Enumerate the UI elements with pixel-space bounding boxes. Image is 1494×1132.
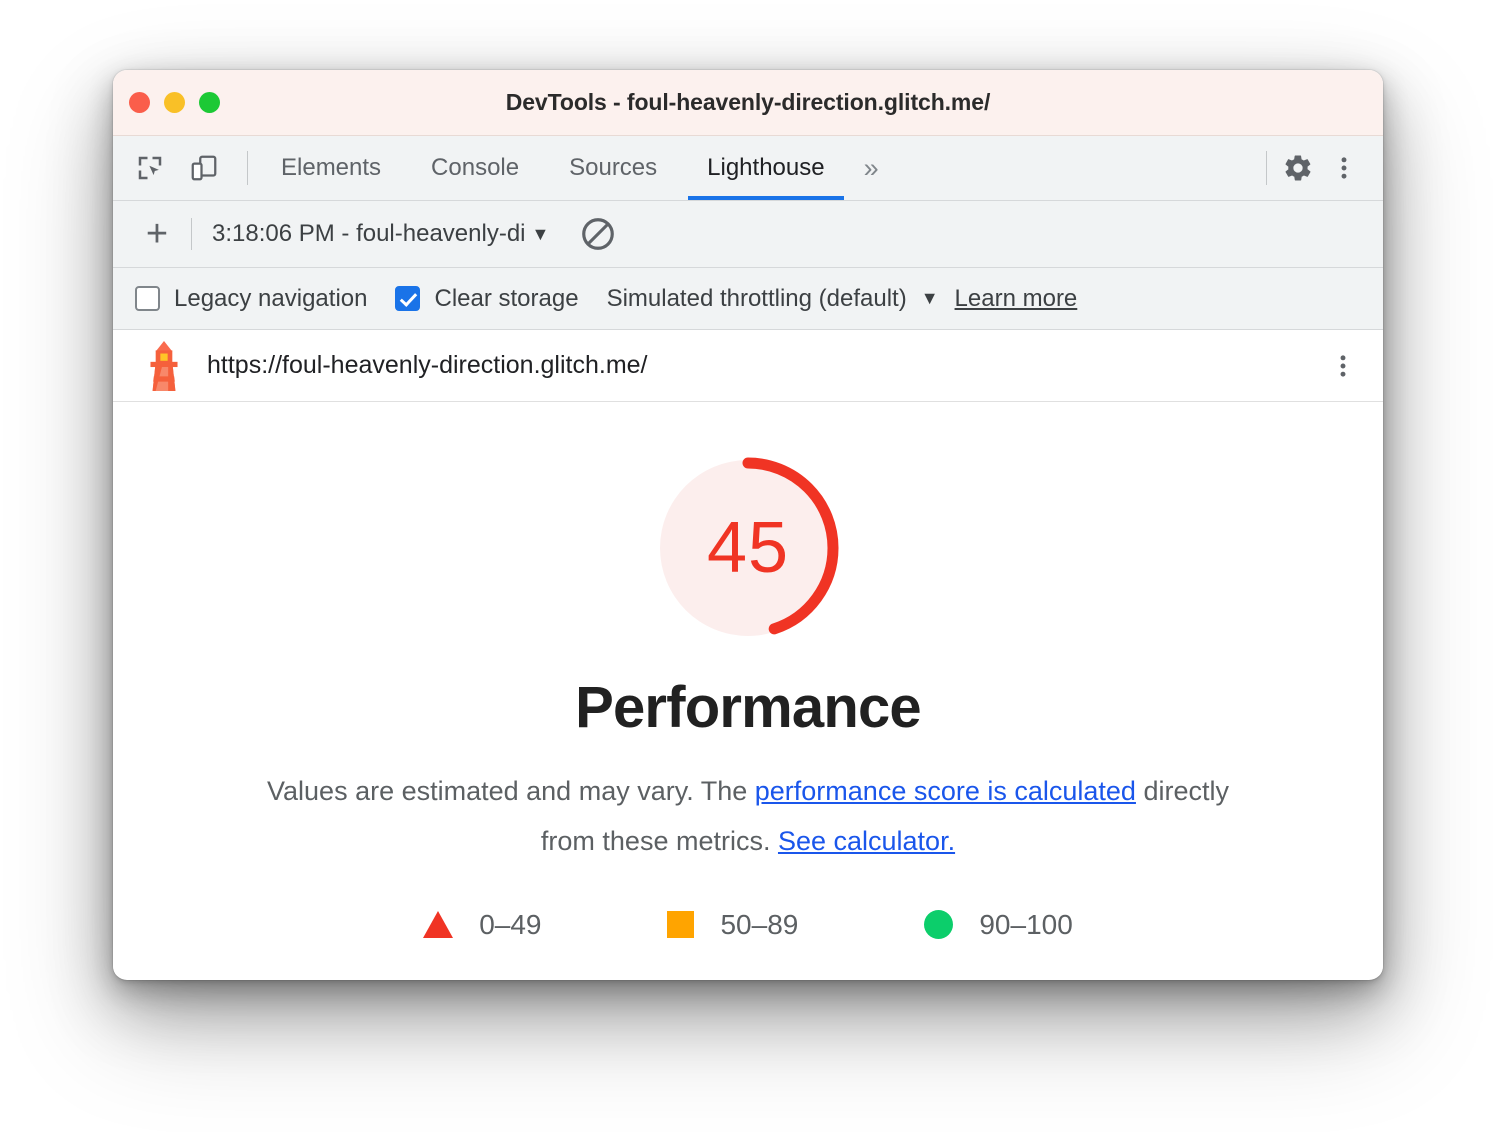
legend-item-fail: 0–49	[423, 909, 541, 941]
throttling-label: Simulated throttling (default)	[606, 284, 907, 312]
tabstrip-left-tools	[127, 136, 239, 200]
report-selector-value: 3:18:06 PM - foul-heavenly-di	[212, 220, 526, 247]
tab-elements[interactable]: Elements	[256, 136, 406, 200]
legacy-navigation-box-icon	[135, 286, 160, 311]
maximize-window-button[interactable]	[199, 92, 220, 113]
report-options-kebab-icon[interactable]	[1329, 352, 1357, 380]
tabstrip-right-tools	[1258, 136, 1383, 200]
score-disclaimer: Values are estimated and may vary. The p…	[243, 767, 1253, 867]
device-toolbar-icon[interactable]	[181, 145, 227, 191]
legend-range-average: 50–89	[720, 908, 799, 940]
clear-all-reports-button[interactable]	[579, 215, 617, 253]
performance-score-calculated-link[interactable]: performance score is calculated	[755, 776, 1136, 806]
more-tabs-chevron-icon[interactable]: »	[850, 136, 893, 200]
category-title: Performance	[575, 675, 922, 740]
new-report-label: +	[145, 213, 169, 255]
tab-elements-label: Elements	[281, 154, 382, 181]
tab-sources-label: Sources	[569, 154, 658, 181]
devtools-tabstrip: Elements Console Sources Lighthouse »	[113, 136, 1383, 201]
see-calculator-link[interactable]: See calculator.	[778, 826, 955, 856]
devtools-window: DevTools - foul-heavenly-direction.glitc…	[113, 70, 1383, 980]
new-report-button[interactable]: +	[135, 215, 179, 253]
clear-storage-checkbox[interactable]: Clear storage	[395, 284, 579, 313]
devtools-more-options-kebab-icon[interactable]	[1321, 145, 1367, 191]
tabstrip-divider	[247, 151, 248, 185]
tab-lighthouse[interactable]: Lighthouse	[682, 136, 849, 200]
inspect-element-glyph	[138, 156, 162, 180]
chevron-down-icon: ▼	[531, 223, 550, 244]
legacy-navigation-label: Legacy navigation	[174, 284, 368, 312]
runbar-divider	[191, 218, 192, 250]
more-tabs-glyph: »	[863, 152, 879, 183]
devtools-tabs: Elements Console Sources Lighthouse	[256, 136, 850, 200]
report-url-row: https://foul-heavenly-direction.glitch.m…	[113, 330, 1383, 402]
window-titlebar: DevTools - foul-heavenly-direction.glitc…	[113, 70, 1383, 136]
tab-console[interactable]: Console	[406, 136, 544, 200]
throttling-chevron-down-icon[interactable]: ▼	[921, 288, 939, 309]
window-traffic-lights	[129, 70, 220, 135]
report-kebab-glyph	[1340, 354, 1346, 377]
legend-range-fail: 0–49	[479, 908, 542, 940]
screen-root: DevTools - foul-heavenly-direction.glitc…	[0, 0, 1494, 1132]
learn-more-link[interactable]: Learn more	[955, 285, 1078, 313]
minimize-window-button[interactable]	[164, 92, 185, 113]
tab-console-label: Console	[431, 154, 520, 181]
settings-gear-icon[interactable]	[1275, 145, 1321, 191]
throttling-dropdown[interactable]: Simulated throttling (default)	[607, 285, 907, 313]
tab-lighthouse-label: Lighthouse	[707, 154, 825, 181]
legend-range-pass: 90–100	[979, 908, 1073, 940]
report-selector-dropdown[interactable]: 3:18:06 PM - foul-heavenly-di ▼	[212, 220, 549, 248]
report-url: https://foul-heavenly-direction.glitch.m…	[207, 351, 648, 379]
legend-item-average: 50–89	[667, 909, 798, 941]
score-legend: 0–49 50–89 90–100	[423, 909, 1073, 941]
lighthouse-runbar: + 3:18:06 PM - foul-heavenly-di ▼	[113, 201, 1383, 268]
window-title: DevTools - foul-heavenly-direction.glitc…	[505, 89, 991, 115]
square-marker-icon	[667, 911, 695, 939]
legacy-navigation-checkbox[interactable]: Legacy navigation	[135, 285, 367, 313]
tabstrip-right-divider	[1266, 151, 1267, 185]
tab-sources[interactable]: Sources	[544, 136, 682, 200]
clear-storage-label: Clear storage	[434, 284, 579, 312]
close-window-button[interactable]	[129, 92, 150, 113]
kebab-glyph	[1341, 157, 1347, 179]
lighthouse-report-body: 45 Performance Values are estimated and …	[113, 402, 1383, 976]
inspect-element-icon[interactable]	[127, 145, 173, 191]
performance-score-gauge: 45	[650, 450, 846, 646]
performance-score-value: 45	[706, 508, 790, 588]
lighthouse-icon	[150, 340, 178, 391]
circle-marker-icon	[924, 910, 954, 940]
triangle-marker-icon	[423, 911, 454, 939]
no-entry-icon	[582, 218, 615, 250]
legend-item-pass: 90–100	[924, 908, 1073, 941]
lighthouse-options-bar: Legacy navigation Clear storage Simulate…	[113, 268, 1383, 330]
disclaimer-prefix: Values are estimated and may vary. The	[267, 776, 755, 806]
settings-gear-glyph	[1285, 155, 1311, 181]
clear-storage-checkmark-icon	[395, 286, 421, 311]
device-toolbar-glyph	[191, 155, 217, 181]
